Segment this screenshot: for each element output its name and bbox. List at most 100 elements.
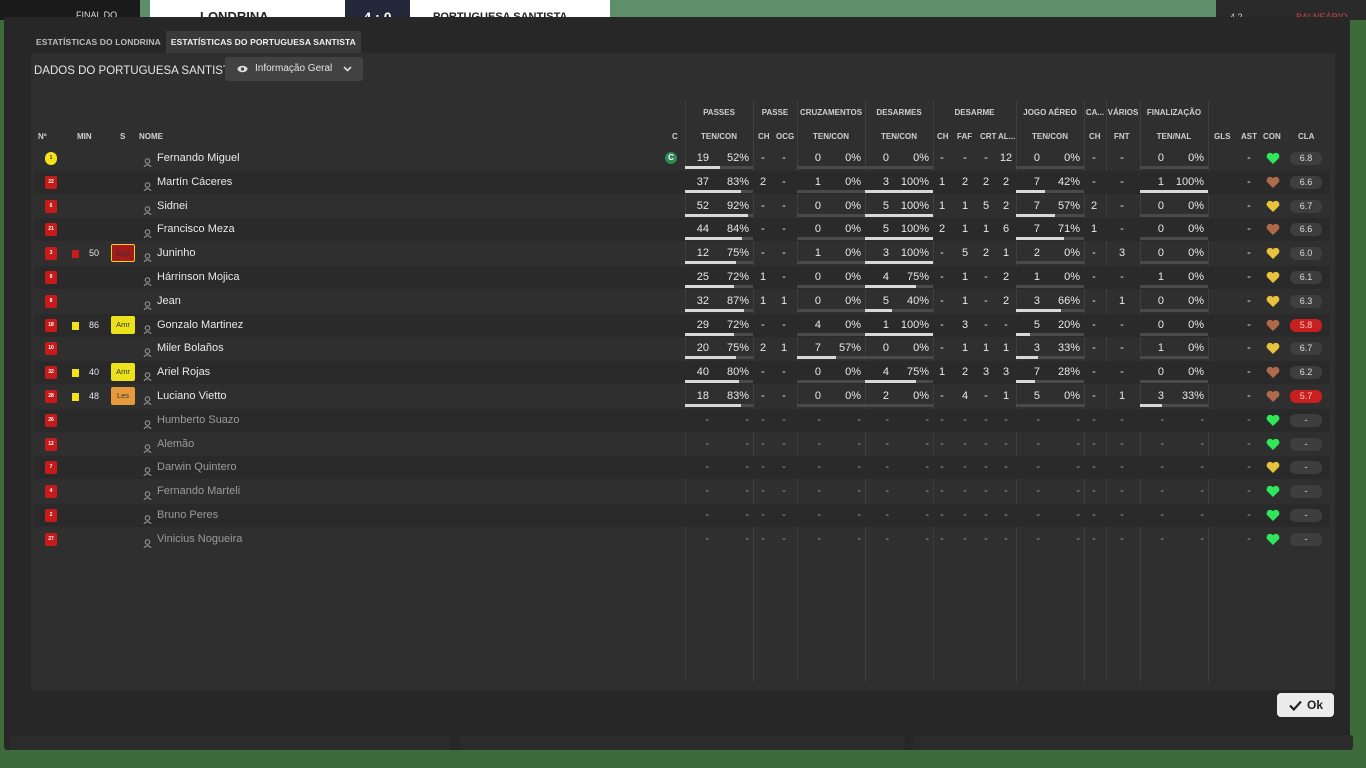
- col-header-fnt[interactable]: FNT: [1114, 132, 1130, 141]
- col-header-tackle-tc[interactable]: TEN/CON: [865, 132, 933, 141]
- player-name[interactable]: Darwin Quintero: [157, 456, 557, 479]
- crosses-percent: -: [857, 509, 861, 521]
- table-row[interactable]: 6 Sidnei 52 92% - -0 0% 5 100% 1 1 5 2 7 57% 2-0 0% -6.7: [34, 195, 1330, 218]
- player-name[interactable]: Martín Cáceres: [157, 171, 557, 194]
- player-name[interactable]: Francisco Meza: [157, 218, 557, 241]
- table-row[interactable]: 8 Jean 32 87% 1 1 0 0% 5 40% -1-2 3 66% -1 0 0% -6.3: [34, 290, 1330, 313]
- view-dropdown[interactable]: Informação Geral: [225, 57, 363, 81]
- table-row[interactable]: 27 Vinicius Nogueira - - - - - - - - - - - - - - - - - - - -: [34, 528, 1330, 551]
- rating-badge: 6.1: [1290, 271, 1322, 284]
- col-header-aerial-tc[interactable]: TEN/CON: [1016, 132, 1084, 141]
- various-fnt: -: [1120, 461, 1124, 474]
- player-name[interactable]: Juninho: [157, 242, 557, 265]
- tackle-faf: 1: [961, 342, 969, 355]
- table-row[interactable]: 28 48 Les Luciano Vietto 18 83% - -0 0% 2 0% -4-1 5 0…: [34, 385, 1330, 408]
- heart-icon: [1266, 342, 1280, 355]
- tackle-crt: -: [984, 509, 988, 521]
- rating-badge: 6.3: [1290, 294, 1322, 308]
- passe-ocg: -: [782, 199, 786, 212]
- passe-ch: -: [761, 532, 765, 545]
- shirt-number-icon: 3: [45, 247, 57, 261]
- aerial-attempts: -: [1036, 509, 1040, 521]
- various-fnt: 1: [1118, 390, 1126, 402]
- crosses-bar-track: [797, 237, 865, 241]
- player-name[interactable]: Jean: [157, 290, 557, 313]
- player-name[interactable]: Miler Bolaños: [157, 337, 557, 360]
- tackle-crt: -: [984, 413, 988, 426]
- col-header-s[interactable]: S: [120, 132, 125, 141]
- ok-button[interactable]: Ok: [1277, 693, 1334, 717]
- col-header-ca-ch[interactable]: CH: [1089, 132, 1101, 141]
- table-row[interactable]: 26 Humberto Suazo - - - - - - - - - - - - - - - - - - - -: [34, 408, 1330, 432]
- passe-ch: 1: [759, 271, 767, 283]
- panel-title: DADOS DO PORTUGUESA SANTISTA: [34, 65, 237, 77]
- col-header-con[interactable]: CON: [1263, 132, 1281, 141]
- col-header-crt[interactable]: CRT: [980, 132, 996, 141]
- tackle-faf: -: [963, 509, 967, 521]
- tab-away-stats[interactable]: ESTATÍSTICAS DO PORTUGUESA SANTISTA: [165, 31, 361, 53]
- col-header-tackle-ch[interactable]: CH: [937, 132, 949, 141]
- player-name[interactable]: Sidnei: [157, 195, 557, 218]
- passes-attempts: -: [705, 437, 709, 450]
- aerial-attempts: -: [1036, 413, 1040, 426]
- various-fnt: -: [1120, 366, 1124, 379]
- player-name[interactable]: Fernando Marteli: [157, 480, 557, 503]
- rating-badge: 6.8: [1290, 152, 1322, 165]
- col-header-passe-ocg[interactable]: OCG: [776, 132, 794, 141]
- col-header-al[interactable]: AL...: [998, 132, 1015, 141]
- table-row[interactable]: 18 86 Amr Gonzalo Martinez 29 72% - -4 0% 1 100% -3…: [34, 313, 1330, 337]
- player-name[interactable]: Hárrinson Mojica: [157, 266, 557, 289]
- table-row[interactable]: 1 Fernando Miguel C 19 52% - -0 0% 0 0% - - -12 0 0% - -…: [34, 147, 1330, 170]
- table-row[interactable]: 4 Fernando Marteli - - - - - - - - - - - - - - - - - - - -: [34, 480, 1330, 503]
- rating-badge: 5.7: [1290, 390, 1322, 403]
- player-name[interactable]: Bruno Peres: [157, 504, 557, 527]
- table-row[interactable]: 12 Alemão - - - - - - - - - - - - - - - - - - - -: [34, 433, 1330, 456]
- col-header-captain[interactable]: C: [672, 132, 678, 141]
- col-header-ast[interactable]: AST: [1241, 132, 1257, 141]
- table-row[interactable]: 7 Darwin Quintero - - - - - - - - - - - - - - - - - - - -: [34, 456, 1330, 480]
- table-row[interactable]: 9 Hárrinson Mojica 25 72% 1-0 0% 4 75% -1-2 1 0% - -…: [34, 266, 1330, 289]
- background-panel: [913, 735, 1353, 750]
- group-passes: PASSES: [703, 108, 735, 117]
- heart-icon: [1266, 223, 1280, 236]
- col-header-name[interactable]: NOME: [139, 132, 163, 141]
- col-header-faf[interactable]: FAF: [957, 132, 972, 141]
- person-icon: [143, 463, 152, 477]
- player-name[interactable]: Alemão: [157, 433, 557, 456]
- stats-dialog: ESTATÍSTICAS DO LONDRINA ESTATÍSTICAS DO…: [4, 17, 1350, 750]
- goals-value: [1214, 528, 1228, 551]
- player-name[interactable]: Luciano Vietto: [157, 385, 557, 408]
- goals-value: [1214, 337, 1228, 360]
- col-header-min[interactable]: MIN: [77, 132, 92, 141]
- table-row[interactable]: 2 Bruno Peres - - - - - - - - - - - - - - - - - - - -: [34, 504, 1330, 527]
- col-header-pass-tc[interactable]: TEN/CON: [685, 132, 753, 141]
- crosses-bar-track: [797, 380, 865, 384]
- various-fnt: -: [1120, 342, 1124, 355]
- player-name[interactable]: Humberto Suazo: [157, 409, 557, 432]
- col-header-cross-tc[interactable]: TEN/CON: [797, 132, 865, 141]
- table-row[interactable]: 32 40 Amr Ariel Rojas 40 80% - -0 0% 4 75% 1 2 3 3 7 28%…: [34, 361, 1330, 385]
- table-row[interactable]: 22 Martín Cáceres 37 83% 2-1 0% 3 100% 1 2 2 2 7 42% -…: [34, 170, 1330, 194]
- col-header-gls[interactable]: GLS: [1214, 132, 1230, 141]
- tackle-faf: 3: [961, 318, 969, 331]
- aerial-attempts: -: [1036, 485, 1040, 498]
- table-row[interactable]: 21 Francisco Meza 44 84% - -0 0% 5 100% 2 1 1 6 7 71% 1…: [34, 218, 1330, 242]
- checkmark-icon: [1289, 693, 1302, 725]
- shooting-bar-track: [1140, 332, 1208, 336]
- tackle-ch: -: [940, 437, 944, 450]
- player-name[interactable]: Gonzalo Martinez: [157, 314, 557, 337]
- tackles-percent: -: [925, 532, 929, 545]
- player-name[interactable]: Vinicius Nogueira: [157, 528, 557, 551]
- player-name[interactable]: Ariel Rojas: [157, 361, 557, 384]
- table-row[interactable]: 3 50 Exp Juninho 12 75% - -1 0% 3 100% -5 2 1 2 0% -3 0 0%…: [34, 242, 1330, 265]
- col-header-passe-ch[interactable]: CH: [758, 132, 770, 141]
- col-header-shot-tn[interactable]: TEN/NAL: [1140, 132, 1208, 141]
- aerial-percent: -: [1076, 413, 1080, 426]
- tab-home-stats[interactable]: ESTATÍSTICAS DO LONDRINA: [31, 31, 166, 53]
- assists-value: -: [1247, 509, 1251, 521]
- col-header-num[interactable]: Nº: [38, 132, 47, 141]
- table-row[interactable]: 10 Miler Bolaños 20 75% 2 1 7 57% 0 0% -1 1 1 3 33% - -1…: [34, 337, 1330, 360]
- col-header-cla[interactable]: CLA: [1298, 132, 1314, 141]
- player-name[interactable]: Fernando Miguel: [157, 147, 557, 170]
- assists-value: -: [1247, 318, 1251, 331]
